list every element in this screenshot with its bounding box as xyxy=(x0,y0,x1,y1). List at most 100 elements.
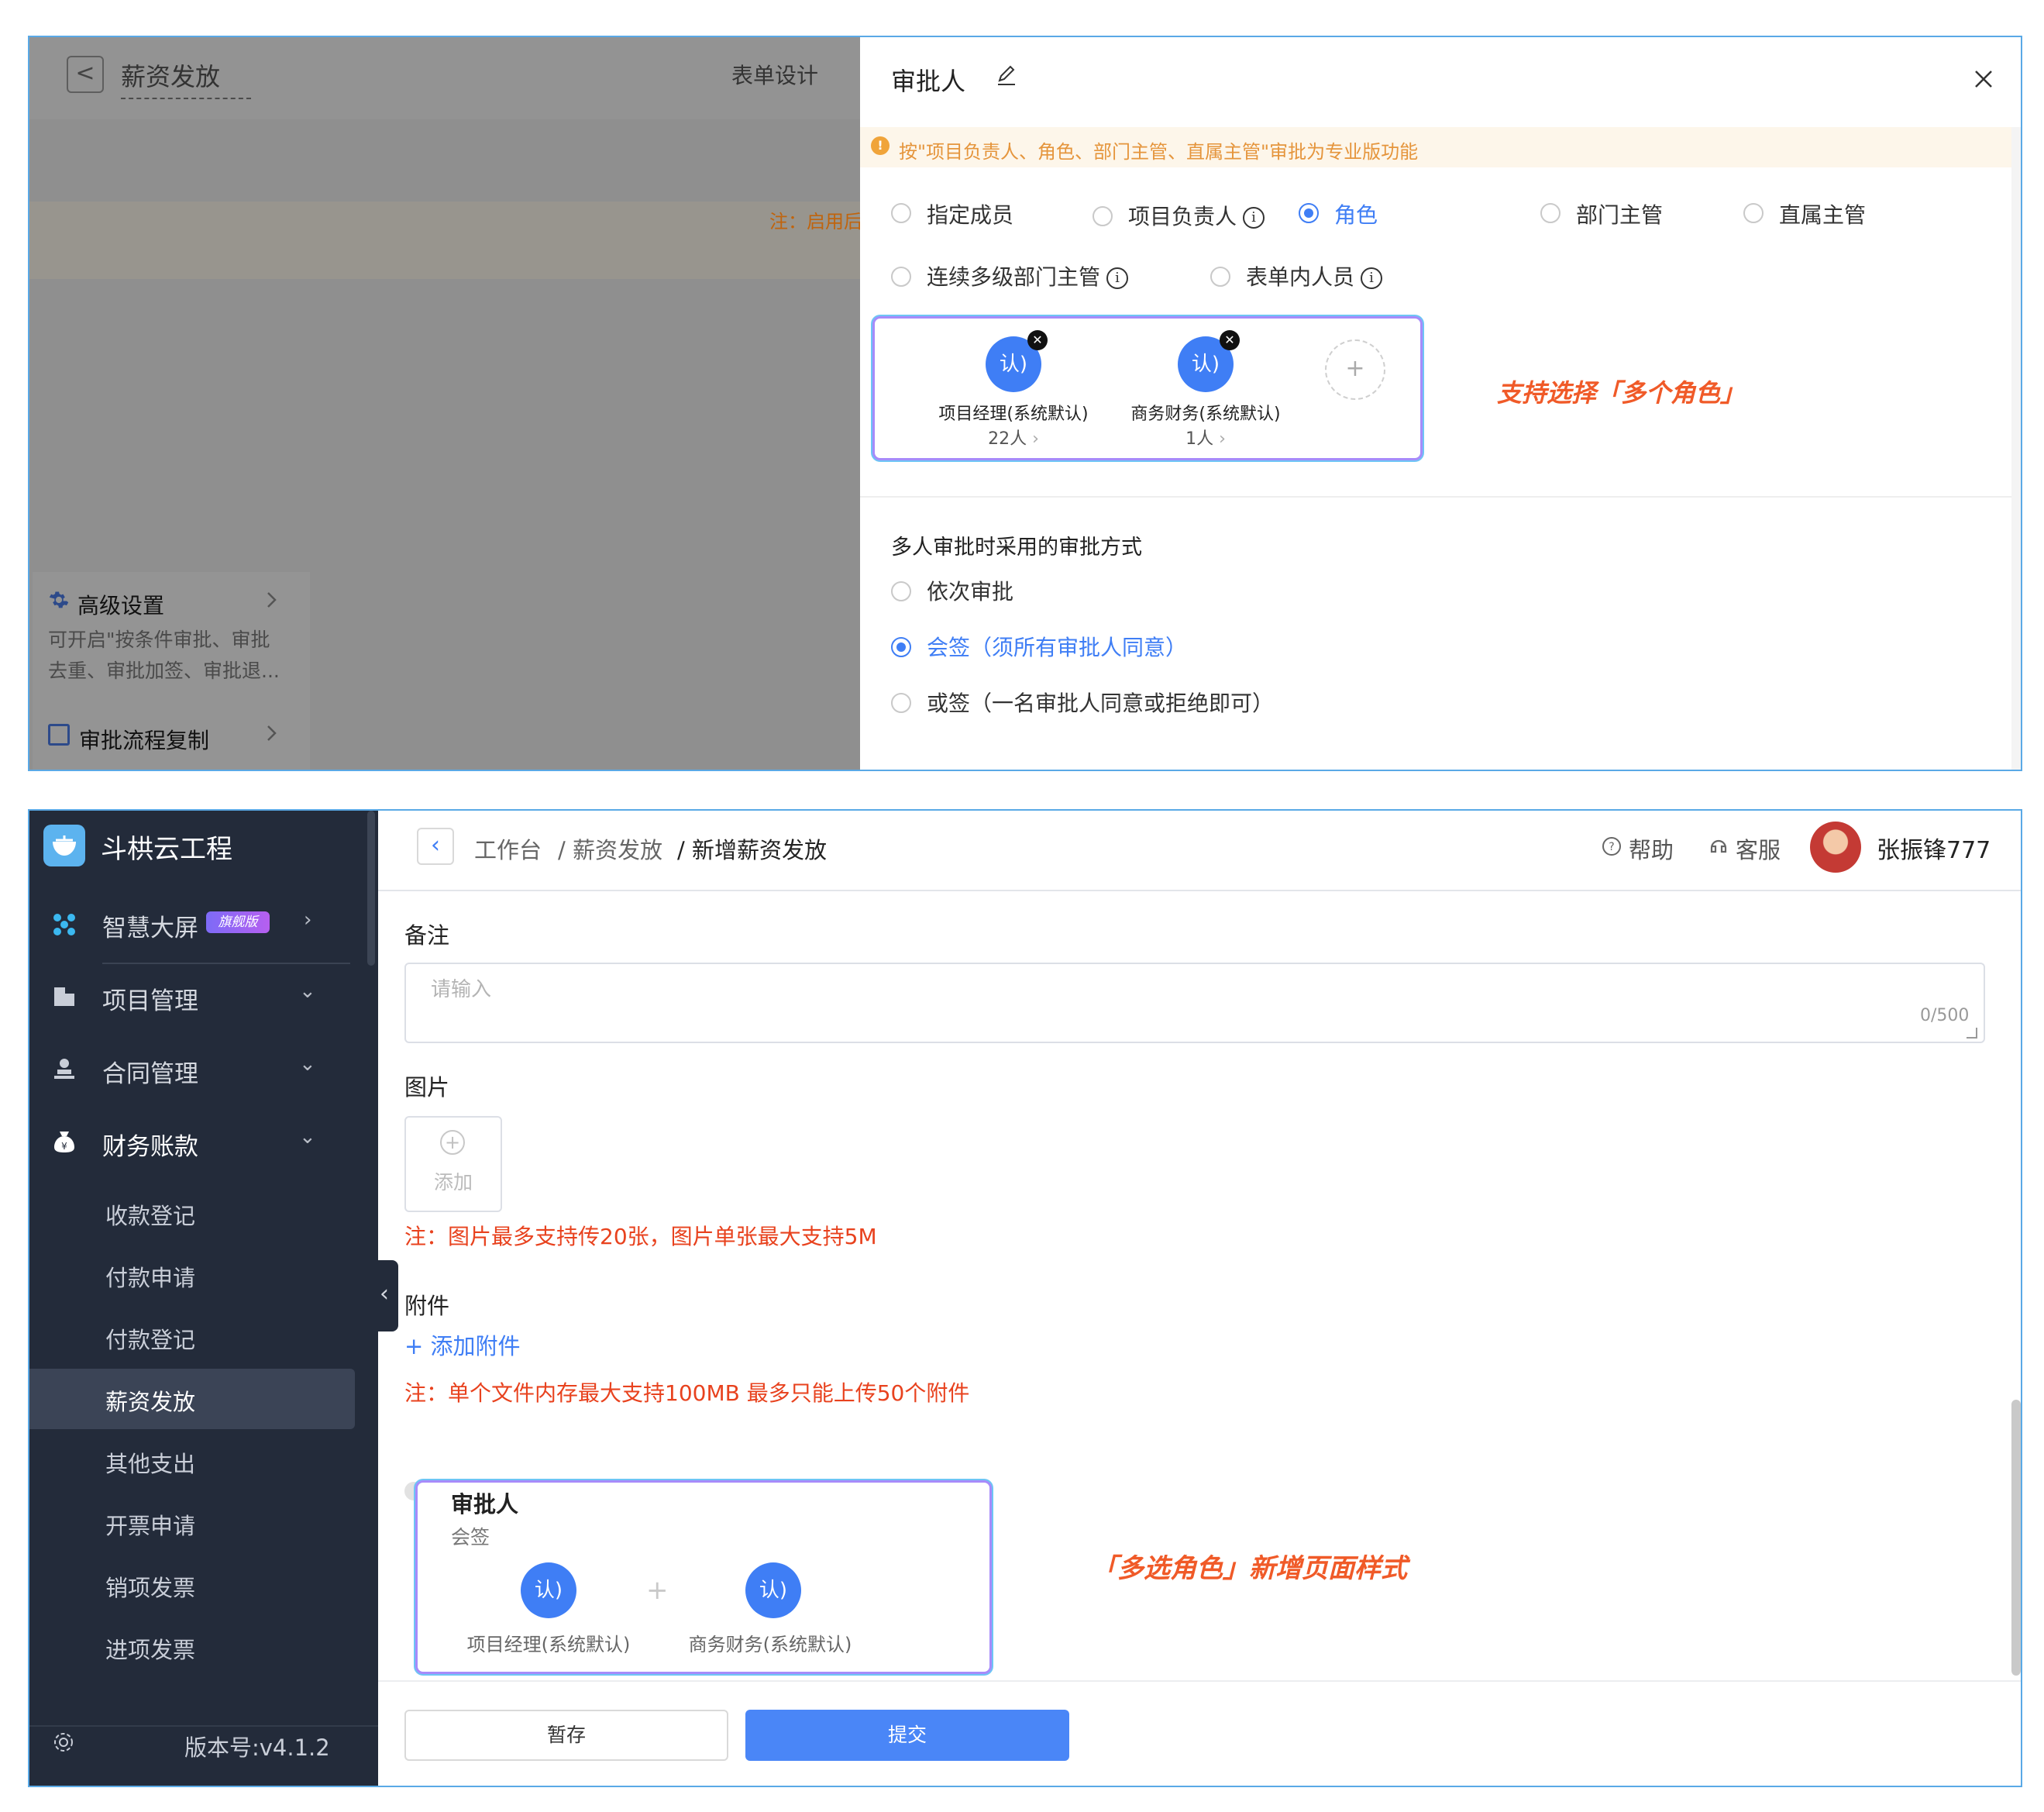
radio-multi-level-dept-manager[interactable] xyxy=(891,267,911,287)
app-name: 斗栱云工程 xyxy=(101,834,232,865)
sidebar-scrollbar[interactable] xyxy=(367,811,375,966)
remark-label: 备注 xyxy=(404,922,450,949)
close-icon[interactable] xyxy=(1973,68,1994,90)
role-count[interactable]: 22人 › xyxy=(920,425,1106,450)
approver-name: 项目经理(系统默认) xyxy=(466,1634,631,1655)
attachment-note: 注：单个文件内存最大支持100MB 最多只能上传50个附件 xyxy=(404,1380,970,1406)
warning-text: 按"项目负责人、角色、部门主管、直属主管"审批为专业版功能 xyxy=(899,141,1419,163)
add-attachment-button[interactable]: + 添加附件 xyxy=(404,1328,521,1361)
customer-service-link[interactable]: 客服 xyxy=(1736,832,1781,865)
plus-circle-icon: + xyxy=(440,1130,465,1155)
radio-or-sign[interactable] xyxy=(891,693,911,713)
drawer-scrollbar[interactable] xyxy=(2011,127,2021,770)
radio-direct-manager[interactable] xyxy=(1743,203,1764,223)
user-name[interactable]: 张振锋777 xyxy=(1877,831,1991,865)
radio-label-form-member: 表单内人员 i xyxy=(1246,260,1383,291)
remark-placeholder: 请输入 xyxy=(431,978,492,1001)
chevron-right-icon: › xyxy=(304,908,312,932)
breadcrumb-workbench[interactable]: 工作台 xyxy=(474,832,542,865)
pencil-icon[interactable] xyxy=(995,64,1018,87)
new-salary-page-screenshot: 斗栱云工程 智慧大屏 旗舰版 › 项目管理 ⌄ 合同管理 ⌄ ¥ 财务账款 ⌄ … xyxy=(28,809,2022,1787)
radio-label: 会签（须所有审批人同意） xyxy=(927,635,1188,660)
bg-note-band xyxy=(29,202,860,279)
submenu-payment-request[interactable]: 付款申请 xyxy=(105,1260,195,1293)
sidebar-separator xyxy=(29,1725,378,1727)
svg-text:¥: ¥ xyxy=(61,1141,67,1152)
menu-projects[interactable]: 项目管理 xyxy=(102,981,198,1016)
submenu-receipt[interactable]: 收款登记 xyxy=(105,1198,195,1231)
copy-flow-title[interactable]: 审批流程复制 xyxy=(79,724,209,755)
approver-title: 审批人 xyxy=(451,1491,519,1517)
bg-back-button[interactable]: < xyxy=(67,56,104,93)
headset-icon[interactable] xyxy=(1708,835,1729,857)
approver-drawer: 审批人 ! 按"项目负责人、角色、部门主管、直属主管"审批为专业版功能 指定成员… xyxy=(860,37,2021,770)
submit-button[interactable]: 提交 xyxy=(745,1710,1069,1761)
contract-icon xyxy=(51,1056,77,1082)
info-icon: i xyxy=(1361,267,1383,289)
image-note: 注：图片最多支持传20张，图片单张最大支持5M xyxy=(404,1224,877,1249)
advanced-settings-title: 高级设置 xyxy=(77,593,165,618)
submenu-other-expense[interactable]: 其他支出 xyxy=(105,1446,195,1479)
gear-icon xyxy=(48,589,70,611)
help-link[interactable]: 帮助 xyxy=(1629,832,1674,865)
submenu-output-invoice[interactable]: 销项发票 xyxy=(105,1570,195,1603)
bg-note: 注：启用后 xyxy=(769,211,862,233)
submenu-invoice-request[interactable]: 开票申请 xyxy=(105,1508,195,1541)
chevron-right-icon: › xyxy=(1032,429,1039,449)
radio-label: 直属主管 xyxy=(1779,202,1867,228)
back-button[interactable]: ‹ xyxy=(417,828,454,865)
approver-avatar: 认) xyxy=(745,1562,801,1618)
image-label: 图片 xyxy=(404,1074,450,1101)
radio-role[interactable] xyxy=(1299,203,1319,223)
remove-role-icon[interactable]: ✕ xyxy=(1027,330,1048,350)
resize-handle[interactable] xyxy=(1967,1028,1977,1039)
menu-contracts[interactable]: 合同管理 xyxy=(102,1054,198,1089)
radio-dept-manager[interactable] xyxy=(1540,203,1561,223)
menu-dashboard[interactable]: 智慧大屏 xyxy=(102,908,198,943)
radio-label: 或签（一名审批人同意或拒绝即可） xyxy=(927,691,1275,716)
approver-name: 商务财务(系统默认) xyxy=(688,1634,852,1655)
app-logo xyxy=(43,825,85,866)
role-count[interactable]: 1人 › xyxy=(1113,425,1299,450)
avatar[interactable] xyxy=(1810,822,1861,873)
chevron-down-icon: ⌄ xyxy=(299,1125,316,1149)
settings-icon[interactable] xyxy=(51,1730,76,1755)
radio-form-member[interactable] xyxy=(1210,267,1230,287)
content-scrollbar[interactable] xyxy=(2011,1400,2021,1676)
collapse-sidebar-button[interactable]: ‹ xyxy=(370,1260,398,1331)
add-role-button[interactable]: + xyxy=(1325,339,1385,400)
radio-specified-member[interactable] xyxy=(891,203,911,223)
attachment-label: 附件 xyxy=(404,1293,450,1319)
bg-tab-form-design[interactable]: 表单设计 xyxy=(731,59,818,90)
chevron-down-icon: ⌄ xyxy=(299,1052,316,1076)
image-upload-label: 添加 xyxy=(434,1171,473,1194)
sidebar xyxy=(29,811,378,1786)
breadcrumb-salary[interactable]: / 薪资发放 xyxy=(558,832,662,865)
radio-label: 部门主管 xyxy=(1576,202,1664,228)
help-icon[interactable]: ? xyxy=(1601,835,1622,857)
advanced-settings-desc: 可开启"按条件审批、审批 去重、审批加签、审批退... xyxy=(48,629,280,682)
remove-role-icon[interactable]: ✕ xyxy=(1220,330,1240,350)
drawer-title: 审批人 xyxy=(891,67,966,96)
submenu-salary[interactable]: 薪资发放 xyxy=(105,1384,195,1417)
bg-title-underline xyxy=(121,98,251,99)
submenu-payment-record[interactable]: 付款登记 xyxy=(105,1322,195,1355)
save-draft-button[interactable]: 暂存 xyxy=(404,1710,728,1761)
radio-label: 角色 xyxy=(1334,202,1378,228)
role-name: 商务财务(系统默认) xyxy=(1130,405,1281,424)
approval-method-heading: 多人审批时采用的审批方式 xyxy=(891,536,1142,560)
menu-divider xyxy=(102,963,350,964)
approver-modal-screenshot: < 薪资发放 表单设计 注：启用后 高级设置 可开启"按条件审批、审批 去重、审… xyxy=(28,36,2022,771)
flagship-badge: 旗舰版 xyxy=(206,911,270,933)
version-label: 版本号:v4.1.2 xyxy=(184,1734,330,1761)
warning-icon: ! xyxy=(871,136,890,155)
radio-sequential[interactable] xyxy=(891,581,911,601)
style-annotation: 「多选角色」新增页面样式 xyxy=(1091,1553,1407,1584)
approver-mode: 会签 xyxy=(451,1526,490,1548)
submenu-input-invoice[interactable]: 进项发票 xyxy=(105,1632,195,1665)
menu-finance[interactable]: 财务账款 xyxy=(102,1127,198,1162)
chevron-right-icon xyxy=(262,722,280,744)
radio-project-leader[interactable] xyxy=(1093,206,1113,226)
radio-countersign[interactable] xyxy=(891,637,911,657)
remark-textarea[interactable] xyxy=(404,963,1985,1043)
